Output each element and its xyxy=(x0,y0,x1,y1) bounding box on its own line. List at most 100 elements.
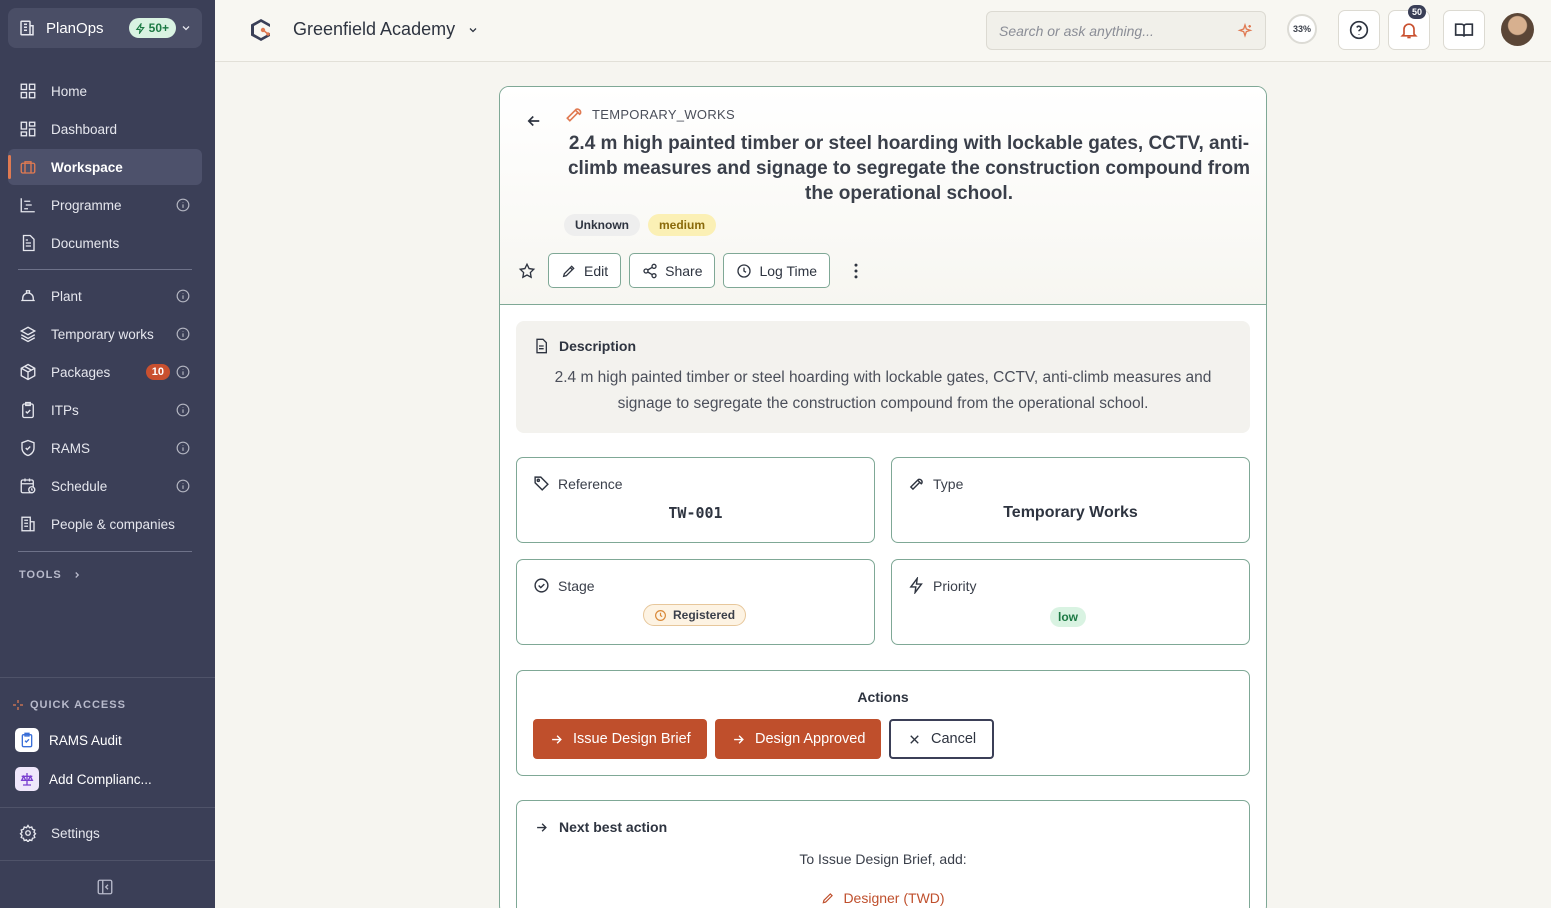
sidebar-item-label: Home xyxy=(51,83,88,99)
progress-indicator[interactable]: 33% xyxy=(1287,14,1317,44)
edit-button[interactable]: Edit xyxy=(548,253,622,288)
stage-badge: Registered xyxy=(643,604,747,626)
type-card: Type Temporary Works xyxy=(891,457,1250,543)
project-switcher[interactable]: Greenfield Academy xyxy=(293,19,479,40)
description-header: Description xyxy=(533,338,636,354)
sidebar-item-programme[interactable]: Programme xyxy=(8,187,202,223)
sidebar-item-label: ITPs xyxy=(51,402,79,418)
next-best-action-text: To Issue Design Brief, add: xyxy=(799,851,967,867)
info-icon[interactable] xyxy=(176,403,190,417)
add-designer-link[interactable]: Designer (TWD) xyxy=(517,890,1249,906)
cancel-button[interactable]: Cancel xyxy=(889,719,995,759)
gantt-icon xyxy=(20,198,35,213)
sidebar-collapse-icon[interactable] xyxy=(96,878,114,896)
item-title: 2.4 m high painted timber or steel hoard… xyxy=(567,133,1250,204)
type-label: Type xyxy=(933,475,964,492)
item-header: TEMPORARY_WORKS 2.4 m high painted timbe… xyxy=(500,87,1266,305)
wrench-icon xyxy=(566,108,582,122)
sidebar-item-schedule[interactable]: Schedule xyxy=(8,468,202,504)
issue-design-brief-button[interactable]: Issue Design Brief xyxy=(533,719,707,759)
info-icon[interactable] xyxy=(176,198,190,212)
topbar: Greenfield Academy Search or ask anythin… xyxy=(215,0,1551,62)
dashboard-icon xyxy=(20,121,36,137)
building-people-icon xyxy=(21,516,35,532)
share-label: Share xyxy=(665,262,703,279)
share-button[interactable]: Share xyxy=(629,253,716,288)
pencil-icon xyxy=(822,893,834,904)
reference-card: Reference TW-001 xyxy=(516,457,875,543)
back-arrow-icon[interactable] xyxy=(525,112,543,130)
notifications-button[interactable]: 50 xyxy=(1388,5,1430,50)
info-icon[interactable] xyxy=(176,365,190,379)
sidebar-item-packages[interactable]: Packages 10 xyxy=(8,354,202,390)
quick-access-add-compliance[interactable]: Add Complianc... xyxy=(15,767,152,791)
chevron-right-icon xyxy=(75,572,79,578)
cancel-label: Cancel xyxy=(931,731,977,747)
arrow-right-icon xyxy=(537,822,547,832)
sidebar-item-dashboard[interactable]: Dashboard xyxy=(8,111,202,147)
design-approved-label: Design Approved xyxy=(755,731,866,747)
sidebar-item-label: Settings xyxy=(51,825,100,841)
help-button[interactable] xyxy=(1338,10,1380,50)
arrow-right-icon xyxy=(734,734,744,744)
info-icon[interactable] xyxy=(176,479,190,493)
stage-value: Registered xyxy=(673,608,736,622)
document-icon xyxy=(22,234,35,252)
reference-label: Reference xyxy=(558,475,623,492)
issue-design-brief-label: Issue Design Brief xyxy=(573,731,691,747)
stage-label: Stage xyxy=(558,577,595,594)
sparkle-icon xyxy=(13,700,23,710)
edit-label: Edit xyxy=(584,262,609,279)
sidebar-item-label: RAMS xyxy=(51,440,91,456)
app-logo-icon[interactable] xyxy=(247,16,275,44)
sidebar-item-plant[interactable]: Plant xyxy=(8,278,202,314)
sidebar-item-workspace[interactable]: Workspace xyxy=(8,149,202,185)
description-panel: Description 2.4 m high painted timber or… xyxy=(516,321,1250,433)
sidebar-item-home[interactable]: Home xyxy=(8,73,202,109)
org-badge: 50+ xyxy=(128,18,176,38)
risk-badge: medium xyxy=(648,214,717,236)
calendar-clock-icon xyxy=(20,478,36,494)
sidebar-item-rams[interactable]: RAMS xyxy=(8,430,202,466)
priority-card: Priority low xyxy=(891,559,1250,645)
sidebar-item-temporary-works[interactable]: Temporary works xyxy=(8,316,202,352)
tools-toggle[interactable]: TOOLS xyxy=(19,569,82,581)
notification-count: 50 xyxy=(1407,5,1426,19)
quick-access-header: QUICK ACCESS xyxy=(12,699,126,711)
sidebar-item-people-companies[interactable]: People & companies xyxy=(8,506,202,542)
info-icon[interactable] xyxy=(176,327,190,341)
info-icon[interactable] xyxy=(176,441,190,455)
sidebar-item-documents[interactable]: Documents xyxy=(8,225,202,261)
document-icon xyxy=(536,338,547,354)
more-vertical-icon[interactable] xyxy=(846,261,866,281)
user-avatar[interactable] xyxy=(1501,13,1534,46)
bell-icon xyxy=(1400,23,1418,39)
design-approved-button[interactable]: Design Approved xyxy=(715,719,882,759)
type-header: Type xyxy=(908,475,963,492)
docs-button[interactable] xyxy=(1443,10,1485,50)
quick-access-rams-audit[interactable]: RAMS Audit xyxy=(15,728,122,752)
ai-sparkle-icon[interactable] xyxy=(1237,23,1253,39)
clipboard-check-icon xyxy=(22,401,34,419)
stage-card: Stage Registered xyxy=(516,559,875,645)
scales-icon xyxy=(15,767,39,791)
org-name: PlanOps xyxy=(46,19,104,37)
chevron-down-icon xyxy=(469,27,477,32)
star-icon[interactable] xyxy=(518,262,536,280)
info-icon[interactable] xyxy=(176,289,190,303)
actions-panel: Actions Issue Design Brief Design Approv… xyxy=(516,670,1250,776)
sidebar: PlanOps 50+ Home Dashboard Workspace Pro… xyxy=(0,0,215,908)
project-name: Greenfield Academy xyxy=(293,19,456,39)
sidebar-item-label: Temporary works xyxy=(51,326,154,342)
sidebar-item-itps[interactable]: ITPs xyxy=(8,392,202,428)
search-input[interactable]: Search or ask anything... xyxy=(986,11,1266,50)
org-switcher[interactable]: PlanOps 50+ xyxy=(8,8,202,48)
log-time-button[interactable]: Log Time xyxy=(723,253,831,288)
next-best-action-panel: Next best action To Issue Design Brief, … xyxy=(516,800,1250,908)
grid-icon xyxy=(20,83,36,99)
tools-label: TOOLS xyxy=(19,569,62,581)
sidebar-item-label: Workspace xyxy=(51,159,123,175)
sidebar-item-settings[interactable]: Settings xyxy=(8,815,202,851)
search-placeholder: Search or ask anything... xyxy=(999,22,1154,39)
priority-label: Priority xyxy=(933,577,977,594)
